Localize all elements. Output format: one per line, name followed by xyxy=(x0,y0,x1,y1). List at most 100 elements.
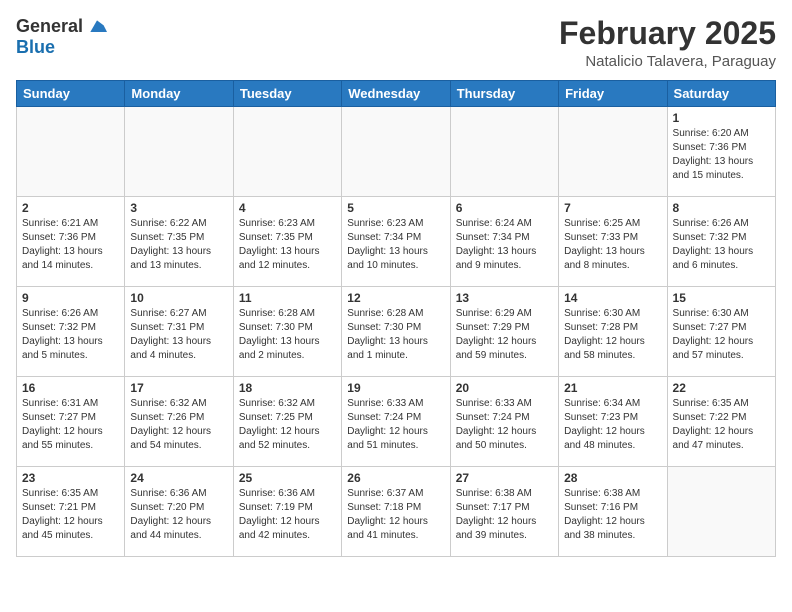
calendar-day-cell: 20 Sunrise: 6:33 AM Sunset: 7:24 PM Dayli… xyxy=(450,377,558,467)
day-number: 1 xyxy=(673,111,770,125)
calendar-day-cell: 10 Sunrise: 6:27 AM Sunset: 7:31 PM Dayli… xyxy=(125,287,233,377)
month-title: February 2025 xyxy=(559,16,776,51)
calendar-day-cell xyxy=(342,107,450,197)
calendar-day-cell: 13Sunrise: 6:29 AM Sunset: 7:29 PM Dayli… xyxy=(450,287,558,377)
day-info: Sunrise: 6:32 AM Sunset: 7:25 PM Dayligh… xyxy=(239,397,336,453)
day-info: Sunrise: 6:23 AM Sunset: 7:34 PM Dayligh… xyxy=(347,217,444,273)
weekday-header-saturday: Saturday xyxy=(667,81,775,107)
day-number: 12 xyxy=(347,291,444,305)
calendar-day-cell: 17Sunrise: 6:32 AM Sunset: 7:26 PM Dayli… xyxy=(125,377,233,467)
logo-blue-text: Blue xyxy=(16,37,55,57)
day-info: Sunrise: 6:36 AM Sunset: 7:20 PM Dayligh… xyxy=(130,487,227,543)
day-info: Sunrise: 6:35 AM Sunset: 7:22 PM Dayligh… xyxy=(673,397,770,453)
day-number: 24 xyxy=(130,471,227,485)
weekday-header-thursday: Thursday xyxy=(450,81,558,107)
day-info: Sunrise: 6:26 AM Sunset: 7:32 PM Dayligh… xyxy=(673,217,770,273)
day-number: 22 xyxy=(673,381,770,395)
calendar-day-cell: 25Sunrise: 6:36 AM Sunset: 7:19 PM Dayli… xyxy=(233,467,341,557)
day-info: Sunrise: 6:22 AM Sunset: 7:35 PM Dayligh… xyxy=(130,217,227,273)
weekday-header-row: SundayMondayTuesdayWednesdayThursdayFrid… xyxy=(17,81,776,107)
day-number: 18 xyxy=(239,381,336,395)
day-info: Sunrise: 6:28 AM Sunset: 7:30 PM Dayligh… xyxy=(347,307,444,363)
calendar-day-cell: 3 Sunrise: 6:22 AM Sunset: 7:35 PM Daylig… xyxy=(125,197,233,287)
calendar-day-cell: 2 Sunrise: 6:21 AM Sunset: 7:36 PM Daylig… xyxy=(17,197,125,287)
calendar-day-cell: 14 Sunrise: 6:30 AM Sunset: 7:28 PM Dayli… xyxy=(559,287,667,377)
day-number: 8 xyxy=(673,201,770,215)
calendar-day-cell xyxy=(17,107,125,197)
day-number: 13 xyxy=(456,291,553,305)
day-number: 25 xyxy=(239,471,336,485)
day-info: Sunrise: 6:37 AM Sunset: 7:18 PM Dayligh… xyxy=(347,487,444,543)
weekday-header-sunday: Sunday xyxy=(17,81,125,107)
day-info: Sunrise: 6:30 AM Sunset: 7:28 PM Dayligh… xyxy=(564,307,661,363)
day-info: Sunrise: 6:26 AM Sunset: 7:32 PM Dayligh… xyxy=(22,307,119,363)
calendar-day-cell: 16 Sunrise: 6:31 AM Sunset: 7:27 PM Dayli… xyxy=(17,377,125,467)
calendar-day-cell xyxy=(125,107,233,197)
weekday-header-wednesday: Wednesday xyxy=(342,81,450,107)
calendar-week-row: 9 Sunrise: 6:26 AM Sunset: 7:32 PM Daylig… xyxy=(17,287,776,377)
day-info: Sunrise: 6:38 AM Sunset: 7:16 PM Dayligh… xyxy=(564,487,661,543)
day-info: Sunrise: 6:38 AM Sunset: 7:17 PM Dayligh… xyxy=(456,487,553,543)
day-info: Sunrise: 6:27 AM Sunset: 7:31 PM Dayligh… xyxy=(130,307,227,363)
calendar-day-cell xyxy=(667,467,775,557)
calendar-day-cell: 28 Sunrise: 6:38 AM Sunset: 7:16 PM Dayli… xyxy=(559,467,667,557)
weekday-header-tuesday: Tuesday xyxy=(233,81,341,107)
logo-general-text: General xyxy=(16,16,83,37)
calendar-day-cell xyxy=(233,107,341,197)
title-block: February 2025 Natalicio Talavera, Paragu… xyxy=(559,16,776,70)
day-info: Sunrise: 6:21 AM Sunset: 7:36 PM Dayligh… xyxy=(22,217,119,273)
calendar-day-cell: 23Sunrise: 6:35 AM Sunset: 7:21 PM Dayli… xyxy=(17,467,125,557)
day-number: 27 xyxy=(456,471,553,485)
day-number: 3 xyxy=(130,201,227,215)
day-info: Sunrise: 6:20 AM Sunset: 7:36 PM Dayligh… xyxy=(673,127,770,183)
calendar-table: SundayMondayTuesdayWednesdayThursdayFrid… xyxy=(16,80,776,557)
day-info: Sunrise: 6:34 AM Sunset: 7:23 PM Dayligh… xyxy=(564,397,661,453)
weekday-header-friday: Friday xyxy=(559,81,667,107)
calendar-week-row: 2 Sunrise: 6:21 AM Sunset: 7:36 PM Daylig… xyxy=(17,197,776,287)
day-info: Sunrise: 6:35 AM Sunset: 7:21 PM Dayligh… xyxy=(22,487,119,543)
day-number: 16 xyxy=(22,381,119,395)
day-number: 5 xyxy=(347,201,444,215)
calendar-day-cell: 22 Sunrise: 6:35 AM Sunset: 7:22 PM Dayli… xyxy=(667,377,775,467)
day-number: 10 xyxy=(130,291,227,305)
calendar-week-row: 1 Sunrise: 6:20 AM Sunset: 7:36 PM Daylig… xyxy=(17,107,776,197)
calendar-day-cell: 15Sunrise: 6:30 AM Sunset: 7:27 PM Dayli… xyxy=(667,287,775,377)
calendar-day-cell: 21 Sunrise: 6:34 AM Sunset: 7:23 PM Dayli… xyxy=(559,377,667,467)
location-title: Natalicio Talavera, Paraguay xyxy=(559,53,776,70)
calendar-day-cell: 18 Sunrise: 6:32 AM Sunset: 7:25 PM Dayli… xyxy=(233,377,341,467)
calendar-day-cell: 1 Sunrise: 6:20 AM Sunset: 7:36 PM Daylig… xyxy=(667,107,775,197)
calendar-week-row: 23Sunrise: 6:35 AM Sunset: 7:21 PM Dayli… xyxy=(17,467,776,557)
calendar-day-cell: 5 Sunrise: 6:23 AM Sunset: 7:34 PM Daylig… xyxy=(342,197,450,287)
calendar-week-row: 16 Sunrise: 6:31 AM Sunset: 7:27 PM Dayli… xyxy=(17,377,776,467)
day-info: Sunrise: 6:33 AM Sunset: 7:24 PM Dayligh… xyxy=(456,397,553,453)
day-info: Sunrise: 6:30 AM Sunset: 7:27 PM Dayligh… xyxy=(673,307,770,363)
page: General Blue February 2025 Natalicio Tal… xyxy=(0,0,792,612)
header: General Blue February 2025 Natalicio Tal… xyxy=(16,16,776,70)
day-number: 19 xyxy=(347,381,444,395)
day-number: 14 xyxy=(564,291,661,305)
weekday-header-monday: Monday xyxy=(125,81,233,107)
day-info: Sunrise: 6:33 AM Sunset: 7:24 PM Dayligh… xyxy=(347,397,444,453)
day-number: 9 xyxy=(22,291,119,305)
logo: General Blue xyxy=(16,16,107,58)
calendar-day-cell xyxy=(450,107,558,197)
day-number: 21 xyxy=(564,381,661,395)
day-number: 28 xyxy=(564,471,661,485)
day-info: Sunrise: 6:32 AM Sunset: 7:26 PM Dayligh… xyxy=(130,397,227,453)
day-number: 26 xyxy=(347,471,444,485)
calendar-day-cell: 12 Sunrise: 6:28 AM Sunset: 7:30 PM Dayli… xyxy=(342,287,450,377)
calendar-day-cell: 19 Sunrise: 6:33 AM Sunset: 7:24 PM Dayli… xyxy=(342,377,450,467)
day-info: Sunrise: 6:31 AM Sunset: 7:27 PM Dayligh… xyxy=(22,397,119,453)
day-info: Sunrise: 6:24 AM Sunset: 7:34 PM Dayligh… xyxy=(456,217,553,273)
day-number: 2 xyxy=(22,201,119,215)
calendar-day-cell: 4Sunrise: 6:23 AM Sunset: 7:35 PM Daylig… xyxy=(233,197,341,287)
calendar-day-cell: 6Sunrise: 6:24 AM Sunset: 7:34 PM Daylig… xyxy=(450,197,558,287)
calendar-day-cell: 9 Sunrise: 6:26 AM Sunset: 7:32 PM Daylig… xyxy=(17,287,125,377)
day-number: 20 xyxy=(456,381,553,395)
day-info: Sunrise: 6:25 AM Sunset: 7:33 PM Dayligh… xyxy=(564,217,661,273)
calendar-day-cell: 11Sunrise: 6:28 AM Sunset: 7:30 PM Dayli… xyxy=(233,287,341,377)
day-number: 4 xyxy=(239,201,336,215)
calendar-day-cell: 8 Sunrise: 6:26 AM Sunset: 7:32 PM Daylig… xyxy=(667,197,775,287)
calendar-day-cell xyxy=(559,107,667,197)
calendar-day-cell: 26 Sunrise: 6:37 AM Sunset: 7:18 PM Dayli… xyxy=(342,467,450,557)
